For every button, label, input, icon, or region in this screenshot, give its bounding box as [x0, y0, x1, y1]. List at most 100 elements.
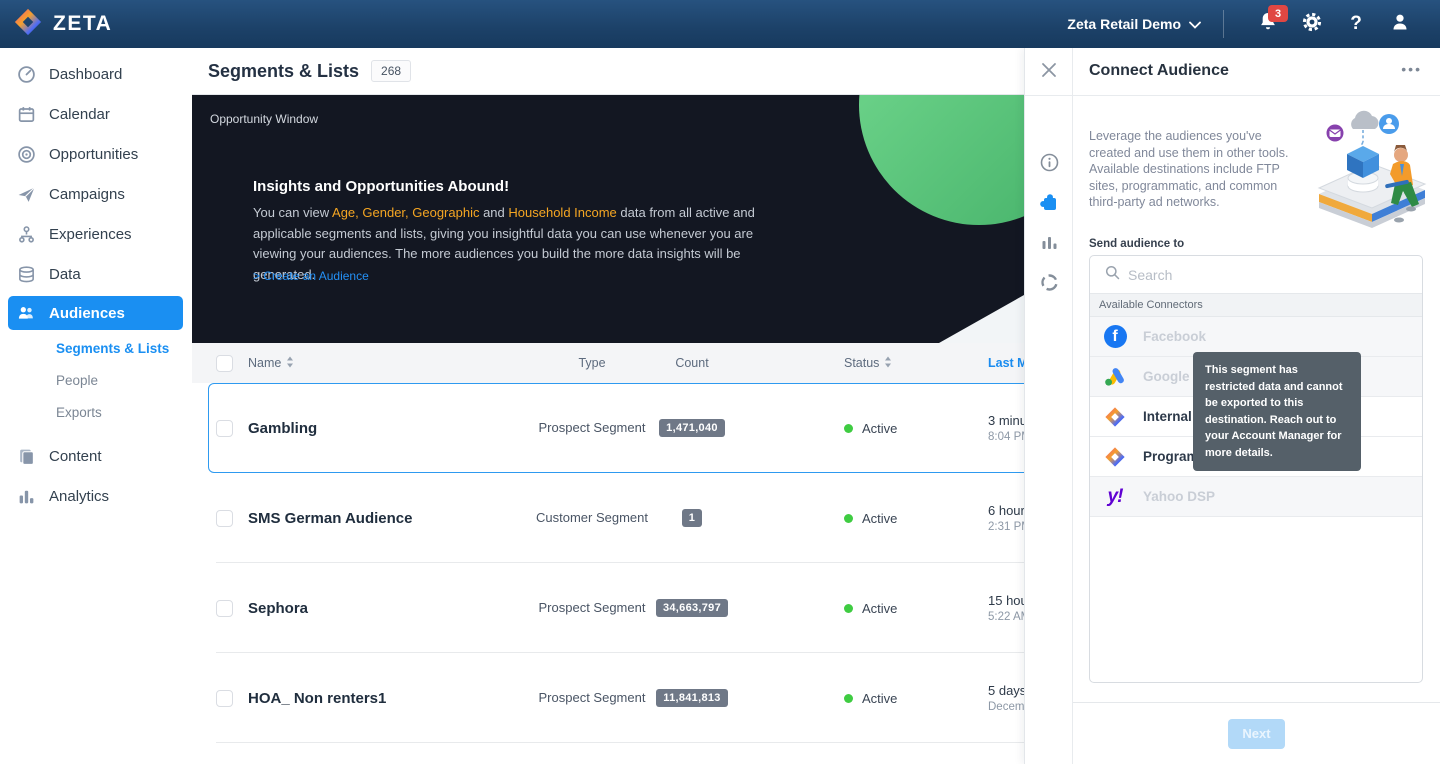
bar-chart-icon	[1041, 234, 1058, 256]
create-audience-link[interactable]: > Create an Audience	[253, 269, 369, 283]
last-modified-time: 8:04 PM	[988, 431, 1024, 443]
sub-item-label: People	[56, 373, 98, 388]
banner-highlight: Household Income	[508, 205, 616, 220]
panel-description: Leverage the audiences you've created an…	[1089, 128, 1289, 211]
sort-icon[interactable]	[884, 356, 892, 371]
search-icon	[1105, 265, 1120, 285]
gear-icon	[1301, 11, 1323, 38]
account-switcher[interactable]: Zeta Retail Demo	[1067, 16, 1223, 32]
zeta-diamond-icon	[1103, 445, 1127, 469]
bar-chart-icon	[17, 487, 36, 506]
account-switcher-label: Zeta Retail Demo	[1067, 16, 1181, 32]
sidebar-item-dashboard[interactable]: Dashboard	[0, 54, 192, 94]
sort-icon[interactable]	[286, 356, 294, 371]
info-icon	[1040, 153, 1059, 177]
sidebar-item-data[interactable]: Data	[0, 254, 192, 294]
sub-item-label: Exports	[56, 405, 102, 420]
sidebar-item-exports[interactable]: Exports	[0, 396, 192, 428]
table-row[interactable]: HOA_ Non renters1 Prospect Segment 11,84…	[192, 653, 1024, 743]
send-audience-to-label: Send audience to	[1089, 238, 1184, 250]
banner-corner-decoration	[939, 295, 1024, 343]
main-content: Segments & Lists 268 Opportunity Window …	[192, 48, 1024, 764]
banner-text: You can view	[253, 205, 332, 220]
row-checkbox[interactable]	[216, 510, 233, 527]
row-checkbox[interactable]	[216, 600, 233, 617]
banner-green-circle-decoration	[859, 95, 1024, 225]
help-button[interactable]: ?	[1344, 12, 1368, 36]
connector-yahoo-dsp: y! Yahoo DSP	[1090, 477, 1422, 517]
close-panel-button[interactable]	[1037, 60, 1061, 84]
select-all-checkbox[interactable]	[216, 355, 233, 372]
zeta-brand[interactable]: ZETA	[0, 7, 112, 42]
analytics-tab[interactable]	[1025, 229, 1073, 261]
connectors-tab[interactable]	[1025, 189, 1073, 221]
sidebar-item-campaigns[interactable]: Campaigns	[0, 174, 192, 214]
status-dot	[844, 424, 853, 433]
row-checkbox[interactable]	[216, 420, 233, 437]
segment-count: 11,841,813	[656, 689, 727, 707]
sidebar-item-label: Campaigns	[49, 186, 125, 203]
sidebar-item-label: Audiences	[49, 305, 125, 322]
column-header-name[interactable]: Name	[248, 356, 281, 370]
sidebar-item-analytics[interactable]: Analytics	[0, 476, 192, 516]
history-tab[interactable]	[1025, 269, 1073, 301]
banner-highlight: Age, Gender, Geographic	[332, 205, 479, 220]
status-badge: Active	[862, 511, 897, 526]
status-dot	[844, 604, 853, 613]
opportunity-window-banner: Opportunity Window Insights and Opportun…	[192, 95, 1024, 343]
column-header-count[interactable]: Count	[675, 356, 708, 370]
panel-icon-rail	[1025, 48, 1073, 764]
row-checkbox[interactable]	[216, 690, 233, 707]
status-dot	[844, 514, 853, 523]
status-dot	[844, 694, 853, 703]
settings-button[interactable]	[1300, 12, 1324, 36]
status-badge: Active	[862, 421, 897, 436]
notification-count-badge: 3	[1268, 5, 1288, 22]
sidebar-item-people[interactable]: People	[0, 364, 192, 396]
sidebar-item-experiences[interactable]: Experiences	[0, 214, 192, 254]
segment-name[interactable]: SMS German Audience	[248, 510, 413, 527]
people-icon	[17, 304, 36, 323]
close-icon	[1041, 62, 1057, 83]
last-modified-time: Decemb	[988, 701, 1024, 713]
column-header-last-modified[interactable]: Last Mo	[988, 356, 1024, 370]
column-header-type[interactable]: Type	[578, 356, 605, 370]
segment-type: Customer Segment	[536, 509, 648, 528]
paper-plane-icon	[17, 185, 36, 204]
info-tab[interactable]	[1025, 149, 1073, 181]
notifications-button[interactable]: 3	[1256, 12, 1280, 36]
connector-search[interactable]	[1090, 256, 1422, 294]
top-navigation-bar: ZETA Zeta Retail Demo 3	[0, 0, 1440, 48]
sidebar-item-opportunities[interactable]: Opportunities	[0, 134, 192, 174]
sidebar-navigation: Dashboard Calendar Opportunities Campaig…	[0, 48, 192, 764]
segment-name[interactable]: Gambling	[248, 420, 317, 437]
user-menu-button[interactable]	[1388, 12, 1412, 36]
sidebar-item-segments-lists[interactable]: Segments & Lists	[0, 332, 192, 364]
sidebar-item-calendar[interactable]: Calendar	[0, 94, 192, 134]
calendar-icon	[17, 105, 36, 124]
table-row[interactable]: Sephora Prospect Segment 34,663,797 Acti…	[192, 563, 1024, 653]
segment-count-badge: 268	[371, 60, 411, 82]
restricted-data-tooltip: This segment has restricted data and can…	[1193, 352, 1361, 471]
panel-title: Connect Audience	[1089, 62, 1229, 80]
segment-name[interactable]: HOA_ Non renters1	[248, 690, 386, 707]
documents-icon	[17, 447, 36, 466]
sidebar-item-audiences[interactable]: Audiences	[8, 296, 183, 330]
target-icon	[17, 145, 36, 164]
connector-label: Facebook	[1143, 329, 1206, 344]
last-modified-time: 2:31 PM	[988, 521, 1024, 533]
content-header: Segments & Lists 268	[192, 48, 1024, 95]
google-ads-icon	[1103, 365, 1127, 389]
refresh-icon	[1040, 273, 1059, 297]
panel-menu-button[interactable]: •••	[1401, 61, 1422, 77]
sidebar-item-content[interactable]: Content	[0, 436, 192, 476]
column-header-status[interactable]: Status	[844, 356, 879, 370]
search-input[interactable]	[1128, 267, 1378, 283]
connect-audience-illustration	[1297, 108, 1440, 248]
table-row[interactable]: Gambling Prospect Segment 1,471,040 Acti…	[192, 383, 1024, 473]
sidebar-item-label: Analytics	[49, 488, 109, 505]
segment-name[interactable]: Sephora	[248, 600, 308, 617]
segment-count: 34,663,797	[656, 599, 728, 617]
table-row[interactable]: SMS German Audience Customer Segment 1 A…	[192, 473, 1024, 563]
next-button[interactable]: Next	[1228, 719, 1285, 749]
